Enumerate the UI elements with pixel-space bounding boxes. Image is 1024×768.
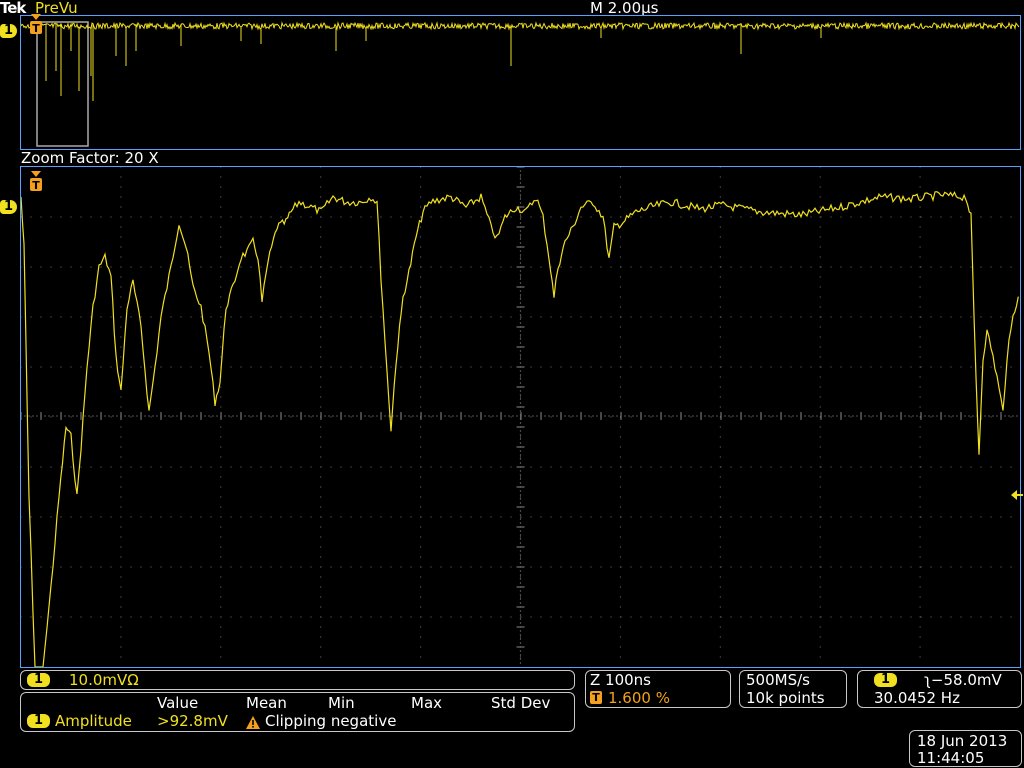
trigger-level-arrow-icon[interactable] — [1009, 486, 1023, 500]
warning-icon — [246, 714, 260, 729]
record-length: 10k points — [746, 689, 825, 707]
channel1-marker-zoom[interactable]: 1 — [0, 195, 18, 214]
timebase-readout[interactable]: M 2.00µs — [590, 0, 658, 16]
trigger-frequency: 30.0452 Hz — [874, 689, 960, 707]
measure-header-std-dev: Std Dev — [491, 694, 551, 712]
channel1-marker-top[interactable]: 1 — [0, 19, 18, 38]
overview-waveform — [21, 21, 1020, 147]
date: 18 Jun 2013 — [917, 732, 1008, 750]
trigger-position-icon[interactable]: T — [30, 14, 42, 36]
zoom-box-outline — [36, 21, 89, 147]
trigger-position: 1.600 % — [608, 689, 670, 707]
measure-name: Amplitude — [55, 712, 132, 730]
sample-rate: 500MS/s — [746, 671, 810, 689]
measure-value: >92.8mV — [157, 712, 228, 730]
zoom-time-panel[interactable]: Z 100ns T 1.600 % — [585, 670, 731, 708]
datetime-panel: 18 Jun 2013 11:44:05 — [909, 730, 1022, 767]
zoom-factor-label: Zoom Factor: 20 X — [21, 149, 159, 167]
trigger-level: ʅ−58.0mV — [924, 671, 1002, 689]
zoom-time: Z 100ns — [590, 671, 651, 689]
svg-text:T: T — [32, 22, 40, 35]
zoom-graticule — [20, 166, 1021, 668]
time: 11:44:05 — [917, 749, 985, 767]
measure-header-max: Max — [411, 694, 443, 712]
measure-header-value: Value — [157, 694, 199, 712]
measure-channel-badge: 1 — [27, 714, 51, 728]
channel1-badge: 1 — [27, 673, 51, 687]
zoom-waveform — [21, 167, 1019, 667]
trigger-panel[interactable]: 1 ʅ−58.0mV 30.0452 Hz — [857, 670, 1022, 708]
measurements-panel[interactable]: Value Mean Min Max Std Dev 1 Amplitude >… — [20, 692, 575, 732]
svg-text:T: T — [32, 179, 40, 192]
measure-warning-text: Clipping negative — [265, 712, 397, 730]
measure-header-mean: Mean — [246, 694, 287, 712]
channel1-scale: 10.0mVΩ — [69, 671, 139, 689]
channel1-scale-bar[interactable]: 1 10.0mVΩ — [20, 670, 575, 690]
measure-header-min: Min — [328, 694, 355, 712]
overview-graticule — [20, 15, 1021, 150]
trigger-channel-badge: 1 — [874, 673, 898, 687]
acquisition-panel[interactable]: 500MS/s 10k points — [739, 670, 847, 708]
brand-logo: Tek — [0, 0, 26, 17]
trigger-position-icon-zoom[interactable]: T — [30, 171, 42, 193]
trigger-pos-icon: T — [590, 691, 602, 704]
